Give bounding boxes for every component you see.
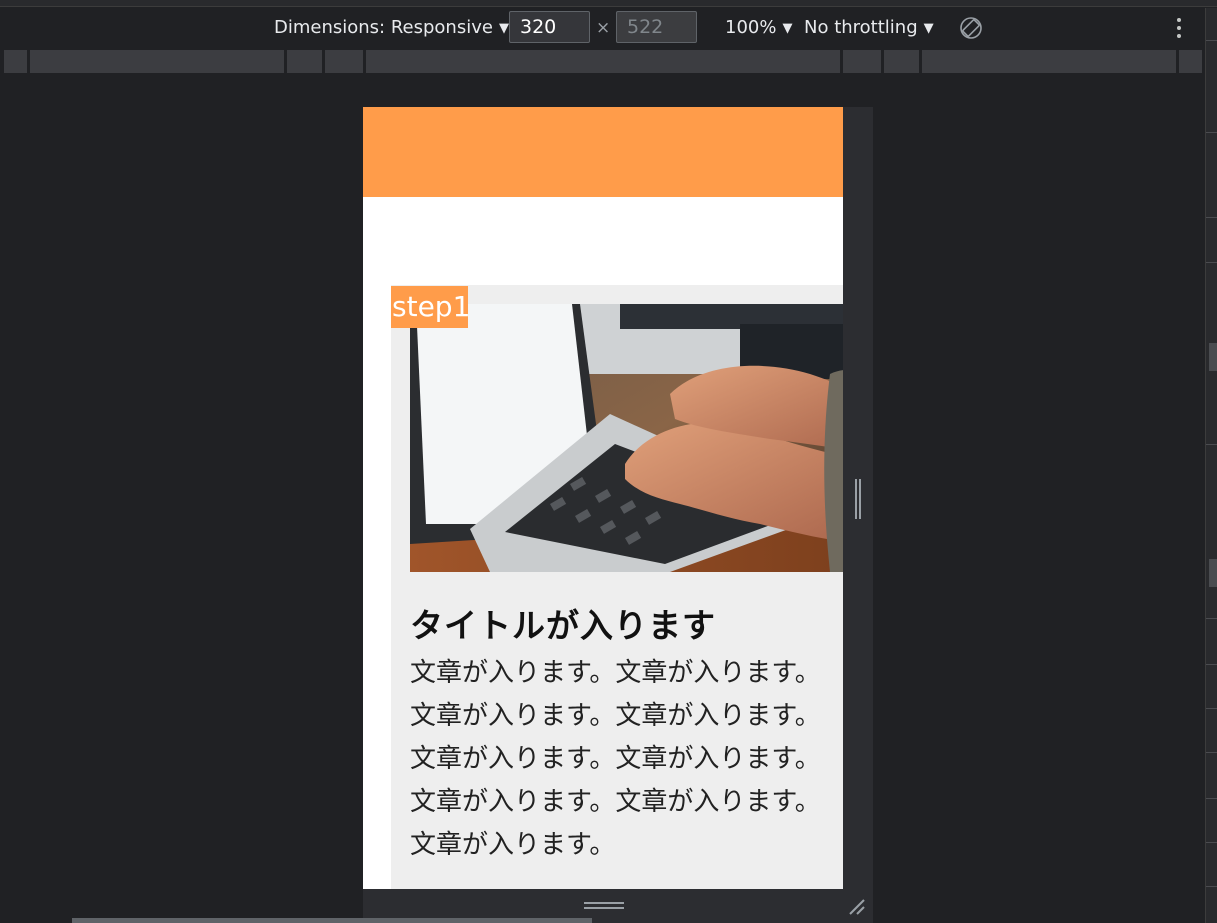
zoom-label: 100%	[725, 17, 777, 38]
laptop-image	[410, 304, 843, 572]
grip-icon	[855, 479, 863, 519]
caret-down-icon: ▼	[782, 21, 793, 36]
card-title: タイトルが入ります	[410, 606, 716, 645]
body-line: 文章が入ります。文章が入ります。	[410, 701, 821, 731]
horizontal-scrollbar[interactable]	[72, 918, 592, 923]
media-query-segment[interactable]	[30, 50, 284, 73]
media-query-segment[interactable]	[843, 50, 881, 73]
caret-down-icon: ▼	[498, 21, 509, 36]
scroll-thumb[interactable]	[1209, 343, 1217, 371]
body-line: 文章が入ります。文章が入ります。	[410, 744, 821, 774]
laptop-photo	[410, 304, 843, 572]
width-input[interactable]: 320	[509, 11, 590, 43]
media-query-segment[interactable]	[1179, 50, 1202, 73]
throttling-dropdown[interactable]: No throttling ▼	[804, 16, 934, 40]
zoom-dropdown[interactable]: 100% ▼	[725, 16, 792, 40]
body-line: 文章が入ります。文章が入ります。	[410, 658, 821, 688]
media-query-segment[interactable]	[922, 50, 1176, 73]
device-viewport: タイトルが入ります 文章が入ります。文章が入ります。 文章が入ります。文章が入り…	[363, 107, 843, 889]
page-header	[363, 107, 843, 197]
media-query-segment[interactable]	[287, 50, 322, 73]
height-input[interactable]: 522	[616, 11, 697, 43]
dimensions-label: Dimensions: Responsive	[274, 17, 493, 38]
more-vert-icon[interactable]	[1170, 14, 1188, 42]
caret-down-icon: ▼	[923, 21, 934, 36]
corner-resize-icon[interactable]	[847, 897, 867, 917]
rotate-icon[interactable]	[958, 15, 984, 41]
body-line: 文章が入ります。	[410, 830, 616, 860]
dimensions-dropdown[interactable]: Dimensions: Responsive ▼	[274, 16, 509, 40]
media-query-segment[interactable]	[325, 50, 363, 73]
throttling-label: No throttling	[804, 17, 918, 38]
media-query-segment[interactable]	[884, 50, 919, 73]
scroll-thumb[interactable]	[1209, 559, 1217, 587]
step-card: タイトルが入ります 文章が入ります。文章が入ります。 文章が入ります。文章が入り…	[391, 285, 843, 889]
device-toolbar: Dimensions: Responsive ▼ 320 × 522 100% ▼ …	[0, 8, 1205, 48]
body-line: 文章が入ります。文章が入ります。	[410, 787, 821, 817]
grip-icon	[584, 902, 624, 911]
media-query-segment[interactable]	[4, 50, 27, 73]
card-body: 文章が入ります。文章が入ります。 文章が入ります。文章が入ります。 文章が入りま…	[410, 652, 843, 867]
dimension-separator: ×	[596, 18, 611, 38]
media-query-bar	[0, 48, 1205, 75]
resize-handle-right[interactable]	[843, 107, 873, 889]
side-panel-edge	[1205, 8, 1217, 923]
media-query-segment[interactable]	[366, 50, 840, 73]
window-top-edge	[0, 0, 1217, 7]
step-badge: step1	[391, 286, 470, 328]
